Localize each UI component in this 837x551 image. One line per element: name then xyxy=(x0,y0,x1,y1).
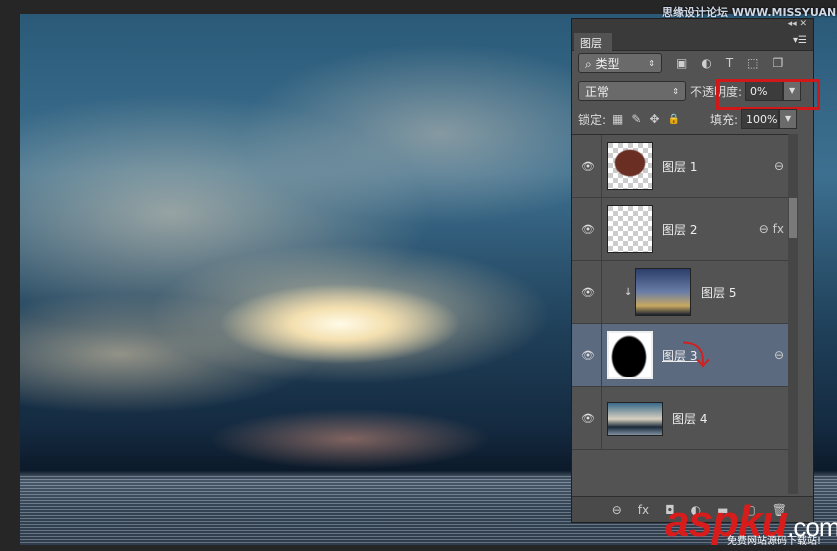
highlight-box xyxy=(716,79,820,110)
adjustment-filter-icon[interactable]: ◐ xyxy=(701,56,711,70)
layers-scrollbar[interactable] xyxy=(788,134,798,494)
layers-panel: ◂◂ ✕ 图层 ▾☰ ⌕ 类型 ⇕ ▣ ◐ T ⬚ ❐ 正常 ⇕ 不透明度: 0% … xyxy=(571,18,820,523)
shape-filter-icon[interactable]: ⬚ xyxy=(747,56,758,70)
red-arrow-annotation: ⤵ xyxy=(682,339,711,372)
layer-row[interactable]: 👁 图层 4 xyxy=(572,387,798,450)
layer-thumbnail xyxy=(635,268,691,316)
lock-pixels-icon[interactable]: ✎ xyxy=(631,112,641,126)
layer-thumbnail xyxy=(607,331,653,379)
lock-transparent-icon[interactable]: ▦ xyxy=(612,112,623,126)
layer-row-selected[interactable]: 👁 图层 3 ⊖ ⤵ xyxy=(572,324,798,387)
link-icon: ⊖ xyxy=(773,159,784,173)
link-fx-icon: ⊖ fx xyxy=(758,222,784,236)
lock-label: 锁定: xyxy=(578,112,607,127)
layer-name[interactable]: 图层 5 xyxy=(701,284,736,301)
layer-name[interactable]: 图层 4 xyxy=(672,410,707,427)
layer-row[interactable]: 👁 ↓ 图层 5 xyxy=(572,261,798,324)
type-filter-icon[interactable]: T xyxy=(726,56,733,70)
layer-row[interactable]: 👁 图层 2 ⊖ fx xyxy=(572,198,798,261)
visibility-eye-icon[interactable]: 👁 xyxy=(581,223,595,236)
layer-name[interactable]: 图层 2 xyxy=(662,221,697,238)
lock-position-icon[interactable]: ✥ xyxy=(649,112,659,126)
collapse-close[interactable]: ◂◂ ✕ xyxy=(572,19,813,33)
visibility-eye-icon[interactable]: 👁 xyxy=(581,160,595,173)
layer-row[interactable]: 👁 图层 1 ⊖ xyxy=(572,135,798,198)
tab-layers[interactable]: 图层 xyxy=(574,33,612,51)
layer-thumbnail xyxy=(607,205,653,253)
filter-kind-select[interactable]: ⌕ 类型 ⇕ xyxy=(578,53,662,73)
visibility-eye-icon[interactable]: 👁 xyxy=(581,349,595,362)
fill-dropdown[interactable]: ▼ xyxy=(779,109,798,129)
filter-label: ⌕ 类型 xyxy=(585,56,620,71)
blend-mode-select[interactable]: 正常 ⇕ xyxy=(578,81,686,101)
visibility-eye-icon[interactable]: 👁 xyxy=(581,412,595,425)
watermark: 思缘设计论坛 WWW.MISSYUAN.COM xyxy=(662,6,837,19)
fill-input[interactable]: 100% xyxy=(741,109,780,129)
layer-thumbnail xyxy=(607,402,663,436)
logo-subtitle: 免费网站源码下载站! xyxy=(727,536,822,547)
blend-mode-value: 正常 xyxy=(585,84,610,99)
smart-object-filter-icon[interactable]: ❐ xyxy=(773,56,784,70)
fill-label: 填充: xyxy=(709,112,739,127)
link-icon: ⊖ xyxy=(773,348,784,362)
layer-name[interactable]: 图层 1 xyxy=(662,158,697,175)
image-filter-icon[interactable]: ▣ xyxy=(676,56,687,70)
link-layers-icon[interactable]: ⊖ xyxy=(612,503,622,517)
panel-menu-icon[interactable]: ▾☰ xyxy=(793,35,807,46)
visibility-eye-icon[interactable]: 👁 xyxy=(581,286,595,299)
lock-all-icon[interactable]: 🔒 xyxy=(668,114,680,125)
clipping-arrow-icon: ↓ xyxy=(624,286,633,298)
layer-thumbnail xyxy=(607,142,653,190)
layers-list: 👁 图层 1 ⊖ 👁 图层 2 ⊖ fx 👁 ↓ 图层 5 👁 图层 3 ⊖ ⤵… xyxy=(572,134,798,494)
fx-icon[interactable]: fx xyxy=(638,503,649,517)
